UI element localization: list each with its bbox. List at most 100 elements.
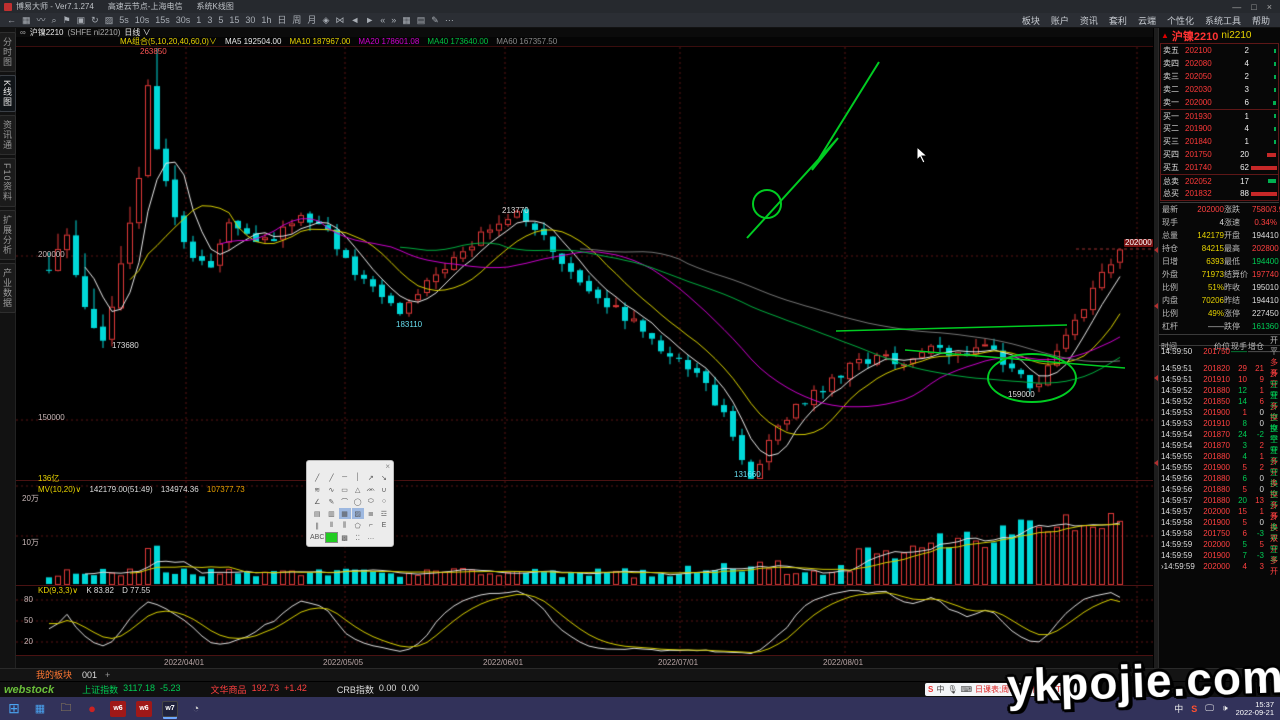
drawing-tool-icon[interactable]: ⬠ (352, 520, 364, 531)
kd-label[interactable]: KD(9,3,3)∨ (38, 586, 78, 595)
mv-label[interactable]: MV(10,20)∨ (38, 485, 81, 494)
toolbar-button[interactable]: ◈ (319, 13, 332, 27)
task-view-icon[interactable]: ▦ (32, 701, 48, 717)
toolbar-button[interactable]: 周 (289, 13, 304, 27)
sidebar-tab[interactable]: 产业数据 (0, 263, 16, 313)
sidebar-tab[interactable]: K线图 (0, 75, 16, 112)
sidebar-tab[interactable]: 资讯通 (0, 115, 16, 155)
obs-icon[interactable]: ◔ (188, 701, 204, 717)
menu-item[interactable]: 个性化 (1167, 14, 1194, 27)
wenhua7-icon-active[interactable]: w7 (162, 701, 178, 717)
ladder-row[interactable]: 买二2019004 (1161, 122, 1278, 135)
drawing-tool-icon[interactable] (378, 532, 390, 543)
explorer-icon[interactable]: 🗀 (58, 701, 74, 717)
toolbar-button[interactable]: 〰 (34, 13, 49, 27)
drawing-tool-icon[interactable]: ■ (325, 532, 337, 543)
drawing-tool-icon[interactable]: ∿ (325, 484, 337, 495)
drawing-tool-icon[interactable]: ⬭ (365, 496, 377, 507)
tab-001[interactable]: 001 (82, 670, 97, 680)
close-button[interactable]: × (1267, 2, 1272, 12)
chart-scrollbar[interactable] (1153, 28, 1158, 668)
add-board-button[interactable]: + (105, 670, 110, 680)
drawing-tool-icon[interactable]: ᨏ (365, 484, 377, 495)
toolbar-button[interactable]: 30 (242, 13, 258, 27)
ladder-row[interactable]: 买四20175020 (1161, 148, 1278, 161)
toolbar-button[interactable]: 15s (152, 13, 173, 27)
toolbar-button[interactable]: » (388, 13, 399, 27)
drawing-tool-icon[interactable]: ↘ (378, 472, 390, 483)
ladder-row[interactable]: 总买20183288 (1161, 187, 1278, 200)
start-button[interactable]: ⊞ (6, 701, 22, 717)
drawing-tool-icon[interactable]: ⌒ (339, 496, 351, 507)
toolbar-button[interactable]: ▤ (414, 13, 429, 27)
drawing-tool-icon[interactable]: ↗ (365, 472, 377, 483)
sidebar-tab[interactable]: 扩展分析 (0, 210, 16, 260)
app-red-icon[interactable]: ● (84, 701, 100, 717)
toolbar-button[interactable]: ▣ (74, 13, 89, 27)
drawing-tool-icon[interactable]: ▨ (352, 508, 364, 519)
mv-indicator-row[interactable]: MV(10,20)∨ 142179.00(51:49) 134974.36 10… (38, 486, 245, 494)
menu-item[interactable]: 账户 (1051, 14, 1069, 27)
menu-item[interactable]: 帮助 (1252, 14, 1270, 27)
drawing-tool-icon[interactable]: ◯ (352, 496, 364, 507)
ladder-row[interactable]: 买五20174062 (1161, 161, 1278, 174)
toolbar-button[interactable]: 3 (204, 13, 215, 27)
drawing-tool-icon[interactable]: ⌐ (365, 520, 377, 531)
minimize-button[interactable]: — (1232, 2, 1241, 12)
drawing-tool-icon[interactable]: △ (352, 484, 364, 495)
ladder-row[interactable]: 卖四2020804 (1161, 57, 1278, 70)
ladder-row[interactable]: 卖一2020006 (1161, 96, 1278, 109)
toolbar-button[interactable]: 30s (173, 13, 194, 27)
ladder-row[interactable]: 买一2019301 (1161, 109, 1278, 122)
drawing-tool-icon[interactable]: ∠ (310, 496, 324, 507)
drawing-tool-icon[interactable]: ≋ (310, 484, 324, 495)
menu-item[interactable]: 资讯 (1080, 14, 1098, 27)
drawing-tool-icon[interactable]: ▦ (339, 508, 351, 519)
toolbar-button[interactable]: 10s (132, 13, 153, 27)
drawing-tool-icon[interactable]: ⁚⁚ (352, 532, 364, 543)
toolbar-button[interactable]: 5 (215, 13, 226, 27)
toolbar-button[interactable]: « (377, 13, 388, 27)
drawing-tool-icon[interactable]: ▤ (310, 508, 324, 519)
drawing-tool-icon[interactable]: ╱ (310, 472, 324, 483)
drawing-tool-icon[interactable]: ▭ (339, 484, 351, 495)
toolbar-button[interactable]: 5s (116, 13, 132, 27)
ladder-row[interactable]: 卖二2020303 (1161, 83, 1278, 96)
toolbar-button[interactable]: 15 (226, 13, 242, 27)
toolbar-button[interactable]: 月 (304, 13, 319, 27)
drawing-tool-icon[interactable]: │ (352, 472, 364, 483)
menu-item[interactable]: 套利 (1109, 14, 1127, 27)
menu-item[interactable]: 云端 (1138, 14, 1156, 27)
wenhua6-icon-1[interactable]: w6 (110, 701, 126, 717)
drawing-tool-icon[interactable]: ≣ (365, 508, 377, 519)
toolbar-button[interactable]: ◄ (347, 13, 362, 27)
toolbar-button[interactable]: 日 (274, 13, 289, 27)
kd-indicator-row[interactable]: KD(9,3,3)∨ K 83.82 D 77.55 (38, 587, 150, 595)
toolbar-button[interactable]: ⋈ (332, 13, 347, 27)
wenhua6-icon-2[interactable]: w6 (136, 701, 152, 717)
drawing-tool-icon[interactable]: ⫴ (325, 520, 337, 531)
toolbar-button[interactable]: ▦ (399, 13, 414, 27)
toolbar-button[interactable]: ✎ (428, 13, 442, 27)
main-price-chart[interactable] (16, 47, 1153, 480)
maximize-button[interactable]: □ (1251, 2, 1256, 12)
toolbar-button[interactable]: 1h (258, 13, 274, 27)
drawing-tool-icon[interactable]: ○ (378, 496, 390, 507)
ma-indicator-row[interactable]: MA组合(5,10,20,40,60,0)∨MA5 192504.00MA10 … (16, 37, 1153, 47)
sidebar-tab[interactable]: 分时图 (0, 32, 16, 72)
drawing-tool-icon[interactable]: ▩ (339, 532, 351, 543)
drawing-tool-icon[interactable]: … (365, 532, 377, 543)
menu-item[interactable]: 板块 (1022, 14, 1040, 27)
menu-item[interactable]: 系统工具 (1205, 14, 1241, 27)
toolbar-button[interactable]: 1 (193, 13, 204, 27)
kd-indicator-chart[interactable] (16, 585, 1153, 656)
ladder-row[interactable]: 卖三2020502 (1161, 70, 1278, 83)
drawing-tool-icon[interactable]: ☲ (378, 508, 390, 519)
toolbar-button[interactable]: ⚑ (60, 13, 74, 27)
toolbar-button[interactable]: ⌕ (49, 13, 60, 27)
ladder-row[interactable]: 买三2018401 (1161, 135, 1278, 148)
toolbar-button[interactable]: ► (362, 13, 377, 27)
popup-close-icon[interactable]: × (385, 463, 390, 472)
toolbar-button[interactable]: ▨ (102, 13, 117, 27)
toolbar-button[interactable]: ▦ (19, 13, 34, 27)
